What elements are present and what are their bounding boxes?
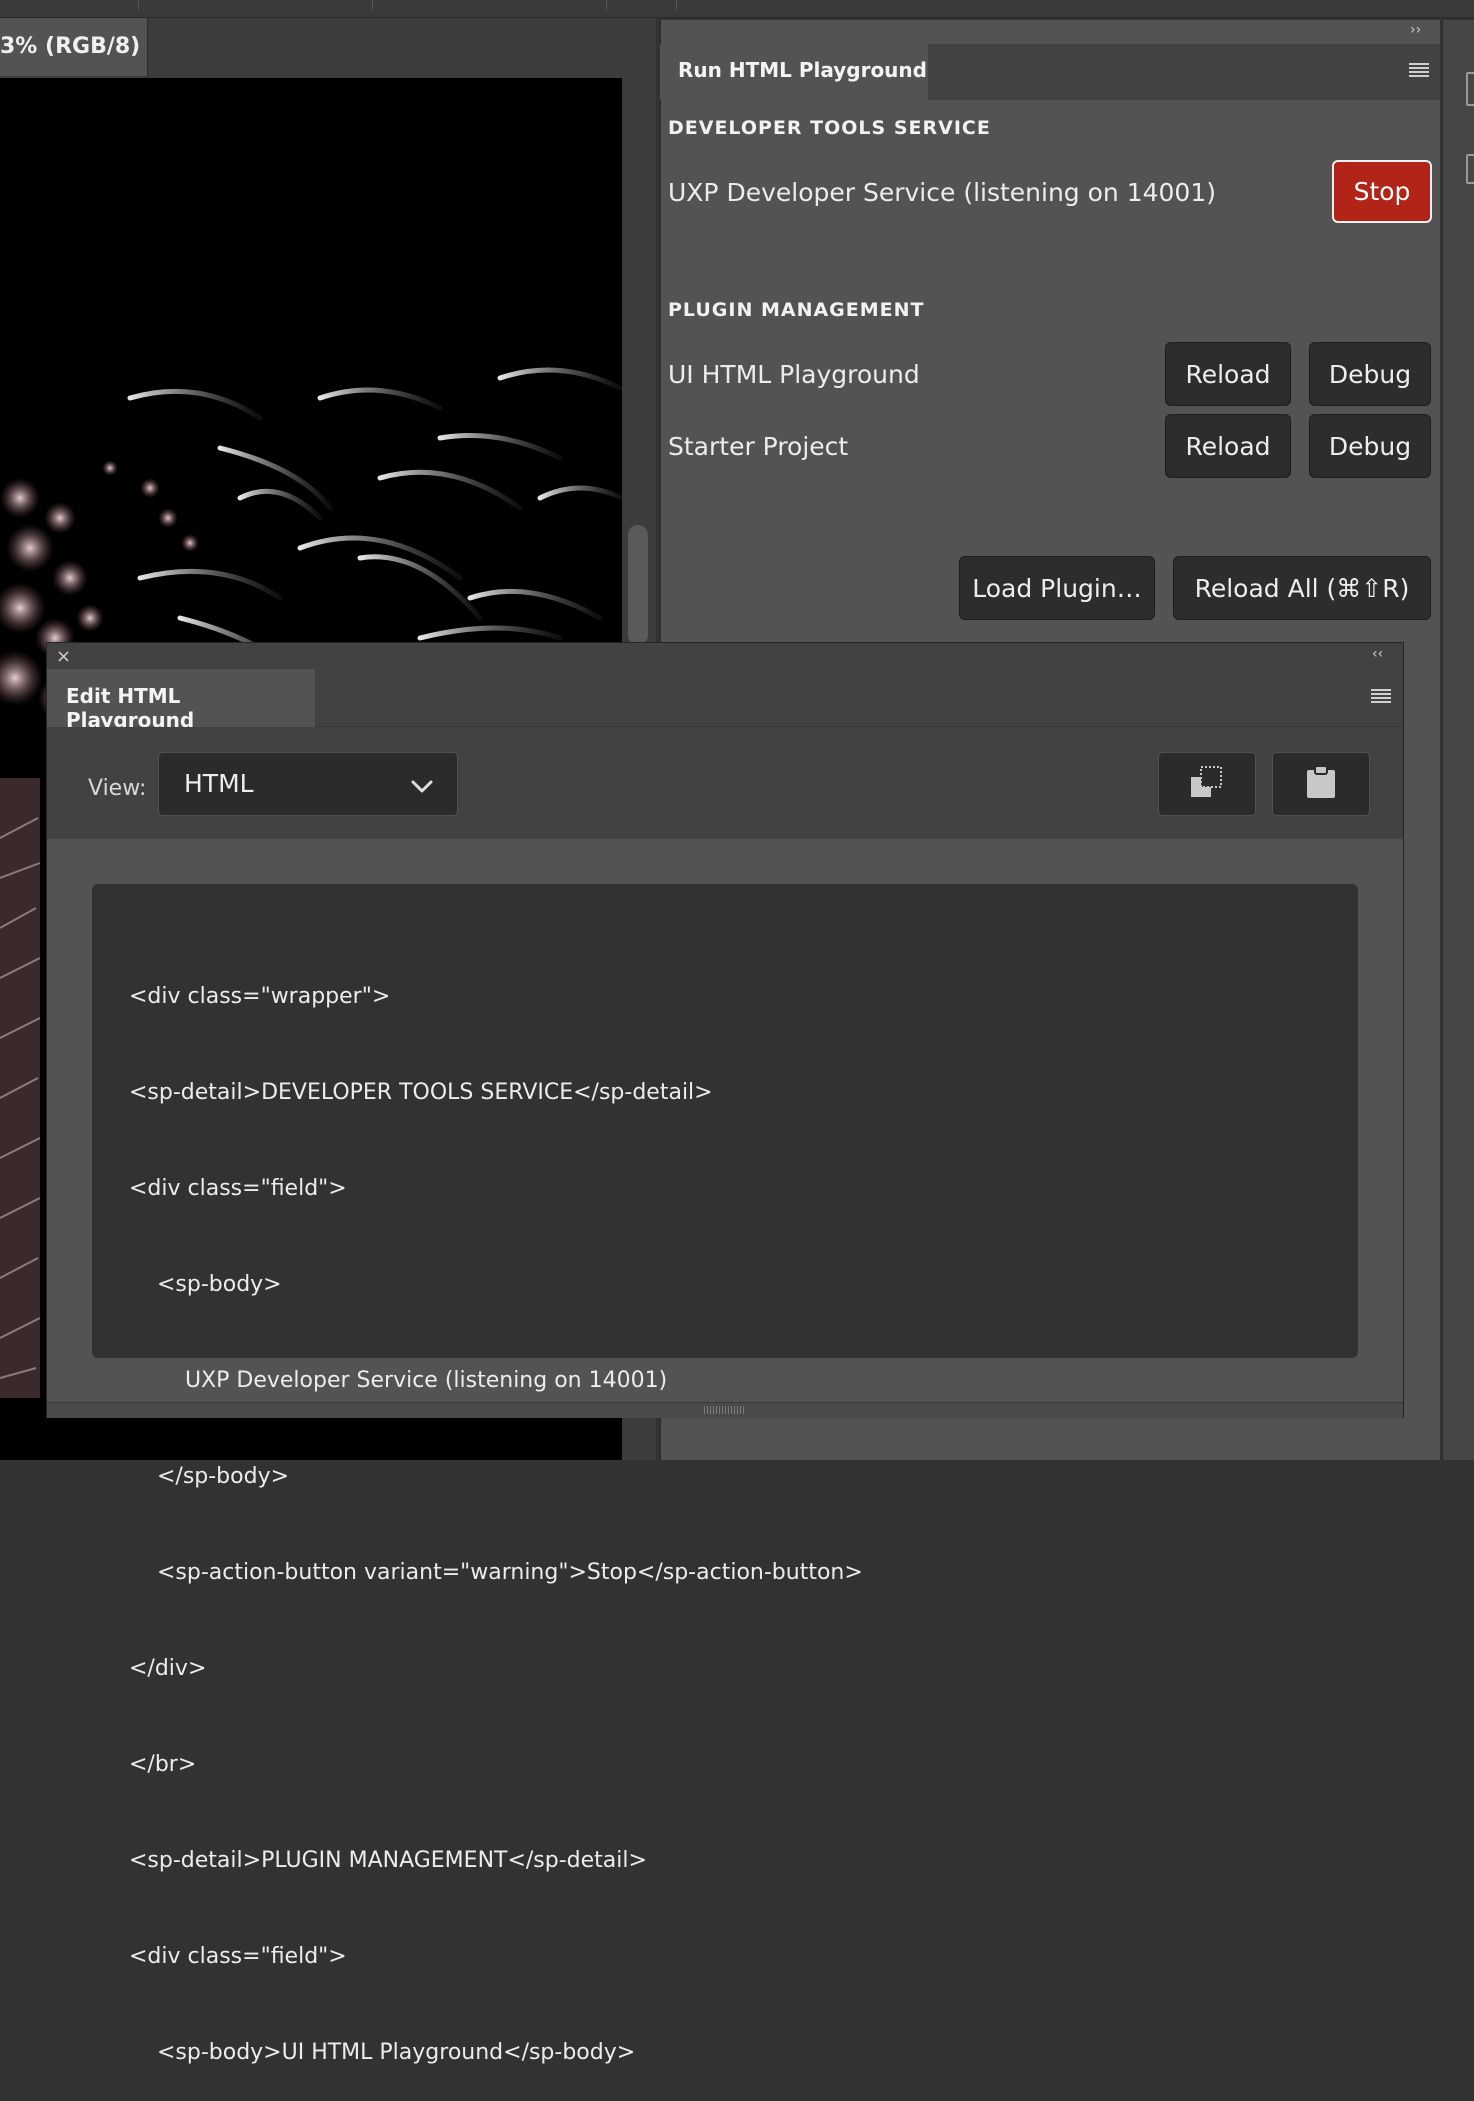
- document-tab[interactable]: 3% (RGB/8): [0, 18, 148, 76]
- hamburger-icon[interactable]: [1370, 686, 1394, 710]
- toolbar-divider: [606, 0, 607, 10]
- hamburger-icon[interactable]: [1408, 60, 1432, 84]
- toolbar-divider: [372, 0, 373, 10]
- reload-all-button[interactable]: Reload All (⌘⇧R): [1173, 556, 1431, 620]
- reload-button-label: Reload: [1185, 359, 1271, 389]
- right-panel-dock: [1442, 20, 1474, 1460]
- code-line: <sp-action-button variant="warning">Stop…: [129, 1560, 863, 1585]
- close-icon[interactable]: ×: [56, 646, 72, 667]
- code-line: </sp-body>: [129, 1464, 290, 1489]
- section-heading-plugin-management: PLUGIN MANAGEMENT: [668, 299, 925, 321]
- code-line: <div class="wrapper">: [129, 984, 391, 1009]
- load-plugin-button[interactable]: Load Plugin…: [959, 556, 1155, 620]
- edit-tab-label: Edit HTML Playground: [66, 684, 195, 732]
- collapse-glyph: ‹‹: [1372, 646, 1384, 662]
- code-line: UXP Developer Service (listening on 1400…: [129, 1368, 668, 1393]
- code-line: <sp-detail>DEVELOPER TOOLS SERVICE</sp-d…: [129, 1080, 713, 1105]
- code-line: </div>: [129, 1656, 207, 1681]
- double-chevron-left-icon[interactable]: ‹‹: [1372, 646, 1394, 666]
- section-heading-developer-tools: DEVELOPER TOOLS SERVICE: [668, 117, 991, 139]
- tab-edit-html-playground[interactable]: Edit HTML Playground: [47, 669, 315, 732]
- tab-run-html-playground[interactable]: Run HTML Playground: [660, 44, 928, 100]
- code-line: </br>: [129, 1752, 197, 1777]
- view-label: View:: [88, 776, 147, 801]
- code-line: <sp-body>UI HTML Playground</sp-body>: [129, 2040, 636, 2065]
- service-status-text: UXP Developer Service (listening on 1400…: [668, 178, 1216, 207]
- debug-button-label: Debug: [1328, 431, 1412, 461]
- copy-button[interactable]: [1158, 752, 1256, 816]
- resize-grip[interactable]: [704, 1406, 744, 1414]
- edit-panel-header[interactable]: [47, 643, 1403, 669]
- debug-button-label: Debug: [1328, 359, 1412, 389]
- chevron-down-icon: [408, 772, 436, 800]
- code-content[interactable]: <div class="wrapper"> <sp-detail>DEVELOP…: [129, 917, 863, 2101]
- code-line: <sp-body>: [129, 1272, 282, 1297]
- reload-button-label: Reload: [1185, 431, 1271, 461]
- toolbar-divider: [676, 0, 677, 10]
- copy-icon: [1189, 764, 1225, 804]
- load-plugin-label: Load Plugin…: [972, 573, 1142, 603]
- plugin-name: Starter Project: [668, 432, 849, 461]
- stop-button-label: Stop: [1353, 177, 1411, 206]
- clipboard-icon: [1303, 764, 1339, 804]
- code-line: <div class="field">: [129, 1944, 347, 1969]
- toolbar-divider: [138, 0, 139, 10]
- dock-panel-icon[interactable]: [1466, 154, 1474, 184]
- reload-button[interactable]: Reload: [1165, 342, 1291, 406]
- document-scroll-thumb[interactable]: [628, 525, 648, 645]
- reload-button[interactable]: Reload: [1165, 414, 1291, 478]
- document-tab-title: 3% (RGB/8): [0, 34, 141, 59]
- debug-button[interactable]: Debug: [1309, 342, 1431, 406]
- code-line: <div class="field">: [129, 1176, 347, 1201]
- dock-panel-icon[interactable]: [1466, 72, 1474, 106]
- debug-button[interactable]: Debug: [1309, 414, 1431, 478]
- top-toolbar-strip: [0, 0, 1474, 18]
- reload-all-label: Reload All (⌘⇧R): [1194, 573, 1410, 603]
- run-tab-label: Run HTML Playground: [678, 58, 927, 82]
- double-chevron-right-icon[interactable]: ››: [1410, 22, 1434, 42]
- stop-button[interactable]: Stop: [1332, 160, 1432, 223]
- plugin-name: UI HTML Playground: [668, 360, 920, 389]
- paste-button[interactable]: [1272, 752, 1370, 816]
- code-line: <sp-detail>PLUGIN MANAGEMENT</sp-detail>: [129, 1848, 647, 1873]
- view-select-value: HTML: [184, 769, 254, 798]
- expand-glyph: ››: [1410, 22, 1422, 38]
- close-glyph: ×: [56, 646, 72, 667]
